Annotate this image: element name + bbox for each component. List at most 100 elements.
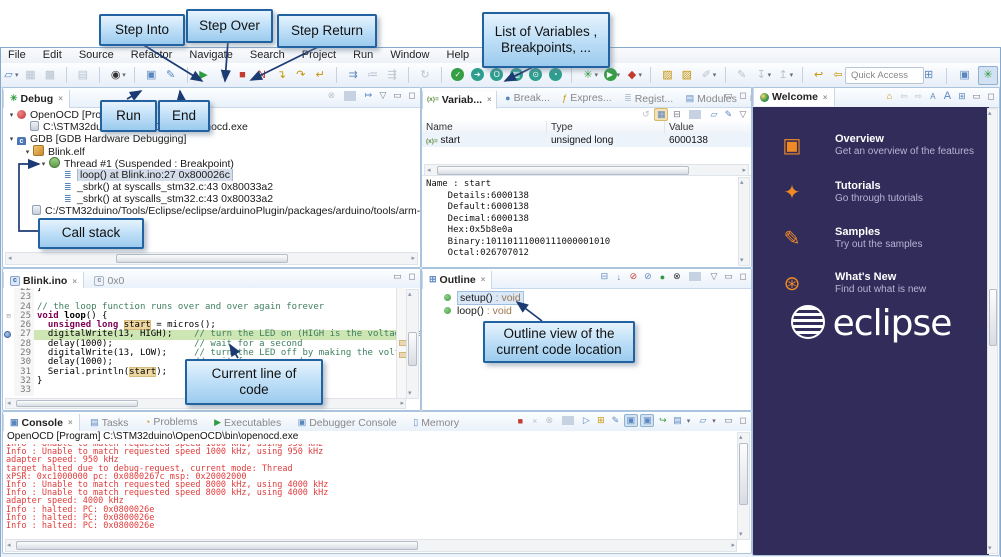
tab-breakpoints[interactable]: ●Break... — [501, 89, 554, 107]
tree-row-frame-sbrk2[interactable]: ≣_sbrk() at syscalls_stm32.c:43 0x80033a… — [3, 193, 420, 205]
refresh-icon[interactable]: ↻ — [418, 67, 431, 83]
maximize-icon[interactable]: ◻ — [985, 91, 997, 102]
remove-all-launches-icon[interactable]: ⊗ — [543, 415, 555, 426]
customize-page-icon[interactable]: ⊞ — [956, 91, 968, 102]
reduce-font-icon[interactable]: A — [927, 92, 939, 101]
debug-hscrollbar[interactable]: ◂ ▸ — [5, 252, 418, 265]
tree-row-openocd[interactable]: ▾OpenOCD [Program] — [3, 109, 420, 121]
trace-icon[interactable]: ⇶ — [386, 67, 399, 83]
forward-icon[interactable]: ⇨ — [912, 91, 924, 102]
step-return-icon[interactable]: ↵ — [314, 67, 327, 83]
memory-monitor-icon[interactable]: ≔ — [366, 67, 379, 83]
variable-details-pane[interactable]: Name : start Details:6000138 Default:600… — [422, 176, 751, 260]
minimize-icon[interactable]: ▭ — [722, 415, 734, 426]
tree-row-gdb[interactable]: ▾cGDB [GDB Hardware Debugging] — [3, 133, 420, 145]
menu-project[interactable]: Project — [295, 48, 343, 62]
column-value[interactable]: Value — [665, 121, 749, 134]
menu-window[interactable]: Window — [383, 48, 436, 62]
close-icon[interactable]: × — [823, 93, 828, 102]
suspend-icon[interactable]: ‖ — [216, 67, 229, 83]
hide-non-public-icon[interactable]: ● — [656, 272, 668, 282]
open-folder-icon[interactable]: ▨ — [661, 67, 674, 83]
view-menu-icon[interactable]: ▽ — [708, 271, 720, 282]
menu-run[interactable]: Run — [346, 48, 380, 62]
column-name[interactable]: Name — [422, 121, 547, 134]
minimize-icon[interactable]: ▭ — [970, 91, 982, 102]
collapse-all-icon[interactable]: ⊟ — [671, 109, 683, 120]
tab-console[interactable]: ▣Console× — [3, 414, 80, 432]
close-icon[interactable]: × — [58, 94, 63, 103]
tab-expressions[interactable]: ƒExpres... — [558, 89, 615, 107]
view-menu-icon[interactable]: ▽ — [377, 90, 389, 101]
open-resource-icon[interactable]: ▨ — [680, 67, 693, 83]
run-launch-icon[interactable]: ▶ — [604, 68, 617, 81]
mark-occurrences-icon[interactable]: ✎ — [735, 67, 748, 83]
back-icon[interactable]: ⇦ — [832, 67, 845, 83]
show-type-names-icon[interactable]: ↺ — [640, 109, 652, 120]
resource-perspective-icon[interactable]: ▣ — [956, 67, 974, 84]
terminate-icon[interactable]: ■ — [514, 416, 526, 426]
verify-sketch-icon[interactable]: ✓ — [451, 68, 464, 81]
editor-vscrollbar[interactable]: ▴ ▾ — [406, 289, 419, 399]
save-icon[interactable]: ▦ — [24, 67, 37, 83]
new-watch-icon[interactable]: ▱ — [708, 109, 720, 120]
open-sketch-icon[interactable]: ▥ — [510, 68, 523, 81]
menu-file[interactable]: File — [1, 48, 33, 62]
terminate-icon[interactable]: ■ — [236, 67, 249, 83]
show-on-output-icon[interactable]: ▷ — [580, 415, 592, 426]
tab-variables[interactable]: (x)= Variab...× — [422, 91, 497, 109]
menu-source[interactable]: Source — [72, 48, 121, 62]
tab-outline[interactable]: ⊞ Outline × — [422, 271, 492, 289]
view-menu-icon[interactable]: ▽ — [737, 109, 749, 120]
tree-row-blink-elf[interactable]: ▾Blink.elf — [3, 145, 420, 157]
next-annotation-icon[interactable]: ↧ — [755, 67, 768, 83]
last-edit-icon[interactable]: ↩ — [812, 67, 825, 83]
tab-problems[interactable]: ◔Problems — [139, 413, 204, 431]
maximize-icon[interactable]: ◻ — [406, 90, 418, 101]
outline-item-setup[interactable]: setup() : void — [422, 292, 751, 305]
sort-icon[interactable]: ↓ — [613, 272, 625, 282]
disconnect-icon[interactable]: N — [255, 67, 268, 83]
close-icon[interactable]: × — [68, 418, 73, 427]
show-logical-structure-icon[interactable]: ▦ — [654, 108, 668, 121]
debug-config-icon[interactable]: ◉ — [109, 67, 122, 83]
menu-help[interactable]: Help — [440, 48, 477, 62]
tab-welcome[interactable]: Welcome × — [753, 88, 835, 106]
maximize-icon[interactable]: ◻ — [406, 271, 418, 282]
find-board-icon[interactable]: ⊙ — [529, 68, 542, 81]
tab-debugger-console[interactable]: ▣Debugger Console — [292, 414, 403, 432]
open-perspective-icon[interactable]: ⊞ — [920, 67, 938, 84]
edit-watch-icon[interactable]: ✎ — [722, 109, 734, 120]
hide-local-types-icon[interactable]: ⊗ — [671, 271, 683, 282]
tree-row-frame-loop[interactable]: ≣loop() at Blink.ino:27 0x800026c — [3, 169, 420, 181]
console-window-icon[interactable]: ▣ — [145, 67, 158, 83]
tree-row-openocd-exe[interactable]: C:\STM32duino\OpenOCD\bin\openocd.exe — [3, 121, 420, 133]
tab-executables[interactable]: ▶Executables — [208, 414, 287, 432]
show-console-when-stdout-icon[interactable]: ▣ — [624, 414, 638, 427]
prev-annotation-icon[interactable]: ↥ — [777, 67, 790, 83]
console-vscrollbar[interactable]: ▴ ▾ — [737, 432, 750, 540]
serial-monitor-icon[interactable]: ◔ — [549, 68, 562, 81]
minimize-icon[interactable]: ▭ — [391, 90, 403, 101]
debug-perspective-icon[interactable]: ✳ — [978, 66, 998, 85]
maximize-icon[interactable]: ◻ — [737, 415, 749, 426]
hide-fields-icon[interactable]: ⊘ — [627, 271, 639, 282]
close-icon[interactable]: × — [481, 275, 486, 284]
remove-launch-icon[interactable]: × — [529, 416, 541, 426]
build-icon[interactable]: ▤ — [76, 67, 89, 83]
tab-registers[interactable]: ≣Regist... — [620, 90, 677, 108]
new-caret-icon[interactable]: ▾ — [15, 71, 19, 79]
pin-console-icon[interactable]: ↪ — [657, 415, 669, 426]
minimize-icon[interactable]: ▭ — [722, 271, 734, 282]
scroll-lock-icon[interactable]: ⊞ — [595, 415, 607, 426]
menu-search[interactable]: Search — [243, 48, 292, 62]
show-console-when-stderr-icon[interactable]: ▣ — [640, 414, 654, 427]
external-tools-icon[interactable]: ◆ — [625, 67, 638, 83]
new-sketch-icon[interactable]: O — [490, 68, 503, 81]
quick-access-field[interactable]: Quick Access — [845, 67, 924, 84]
tree-row-frame-sbrk1[interactable]: ≣_sbrk() at syscalls_stm32.c:43 0x80033a… — [3, 181, 420, 193]
details-vscrollbar[interactable]: ▴ ▾ — [738, 177, 750, 266]
debug-launch-icon[interactable]: ✳ — [582, 67, 595, 83]
menu-edit[interactable]: Edit — [36, 48, 69, 62]
step-into-icon[interactable]: ↴ — [275, 67, 288, 83]
